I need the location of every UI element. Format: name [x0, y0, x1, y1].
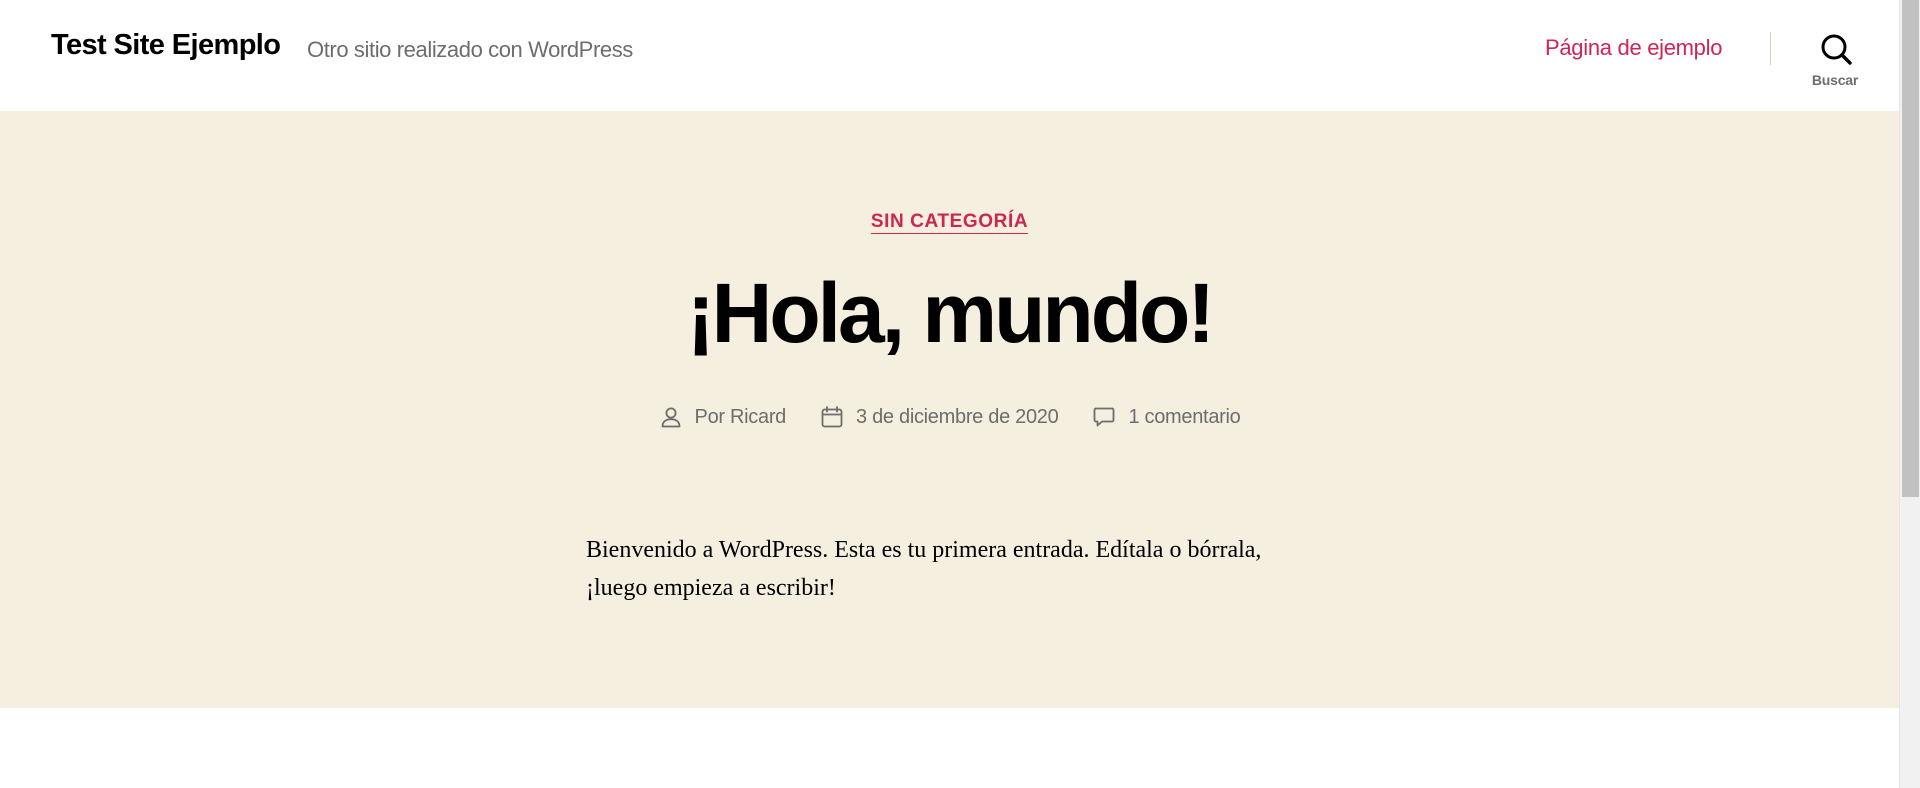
search-label: Buscar: [1811, 72, 1859, 88]
entry-categories: SIN CATEGORÍA: [0, 211, 1899, 234]
menu-item-pagina-de-ejemplo[interactable]: Página de ejemplo: [1545, 35, 1722, 61]
post-date[interactable]: 3 de diciembre de 2020: [820, 405, 1059, 429]
entry-title: ¡Hola, mundo!: [686, 266, 1216, 360]
user-icon: [661, 407, 680, 428]
post-date-label: 3 de diciembre de 2020: [856, 405, 1059, 428]
comment-icon: [1094, 407, 1115, 427]
vertical-scrollbar[interactable]: [1899, 0, 1920, 788]
scrollbar-thumb[interactable]: [1902, 0, 1919, 497]
entry-content-paragraph: Bienvenido a WordPress. Esta es tu prime…: [586, 531, 1326, 607]
post-comments[interactable]: 1 comentario: [1092, 405, 1241, 429]
entry-content: Bienvenido a WordPress. Esta es tu prime…: [586, 531, 1326, 607]
entry-content-line-2: ¡luego empieza a escribir!: [586, 575, 836, 601]
header-divider: [1770, 32, 1771, 65]
entry-header: SIN CATEGORÍA ¡Hola, mundo! Por Ricard 3…: [0, 111, 1899, 708]
search-icon: [1821, 34, 1852, 65]
calendar-icon: [821, 406, 843, 428]
post-comments-label: 1 comentario: [1128, 405, 1241, 428]
site-description: Otro sitio realizado con WordPress: [307, 37, 633, 62]
post-author-label: Por Ricard: [694, 405, 787, 428]
page: Test Site Ejemplo Otro sitio realizado c…: [0, 0, 1899, 788]
entry-content-line-1: Bienvenido a WordPress. Esta es tu prime…: [586, 537, 1262, 563]
search-toggle-button[interactable]: Buscar: [1800, 30, 1870, 92]
entry-meta: Por Ricard 3 de diciembre de 2020 1 come…: [0, 405, 1899, 429]
site-title[interactable]: Test Site Ejemplo: [51, 29, 281, 62]
category-link[interactable]: SIN CATEGORÍA: [870, 211, 1029, 234]
site-header: Test Site Ejemplo Otro sitio realizado c…: [0, 0, 1899, 111]
post-author[interactable]: Por Ricard: [659, 405, 786, 429]
